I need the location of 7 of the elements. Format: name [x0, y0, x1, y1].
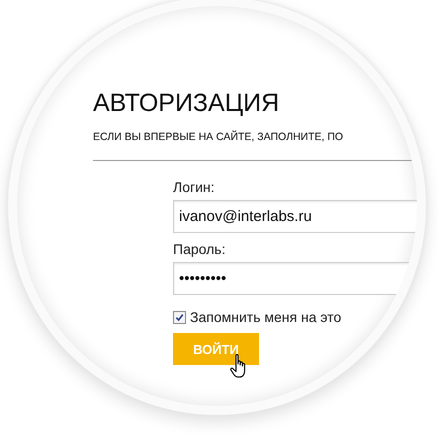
remember-label: Запомнить меня на это	[190, 309, 342, 325]
subtitle-text: ЕСЛИ ВЫ ВПЕРВЫЕ НА САЙТЕ, ЗАПОЛНИТЕ, ПО	[93, 131, 344, 143]
field-label: Пароль:	[173, 241, 226, 258]
remember-checkbox[interactable]	[173, 310, 186, 324]
field-label: Логин:	[173, 179, 215, 196]
page-title: АВТОРИЗАЦИЯ	[93, 88, 280, 118]
login-field[interactable]: ivanov@interlabs.ru	[173, 200, 417, 233]
